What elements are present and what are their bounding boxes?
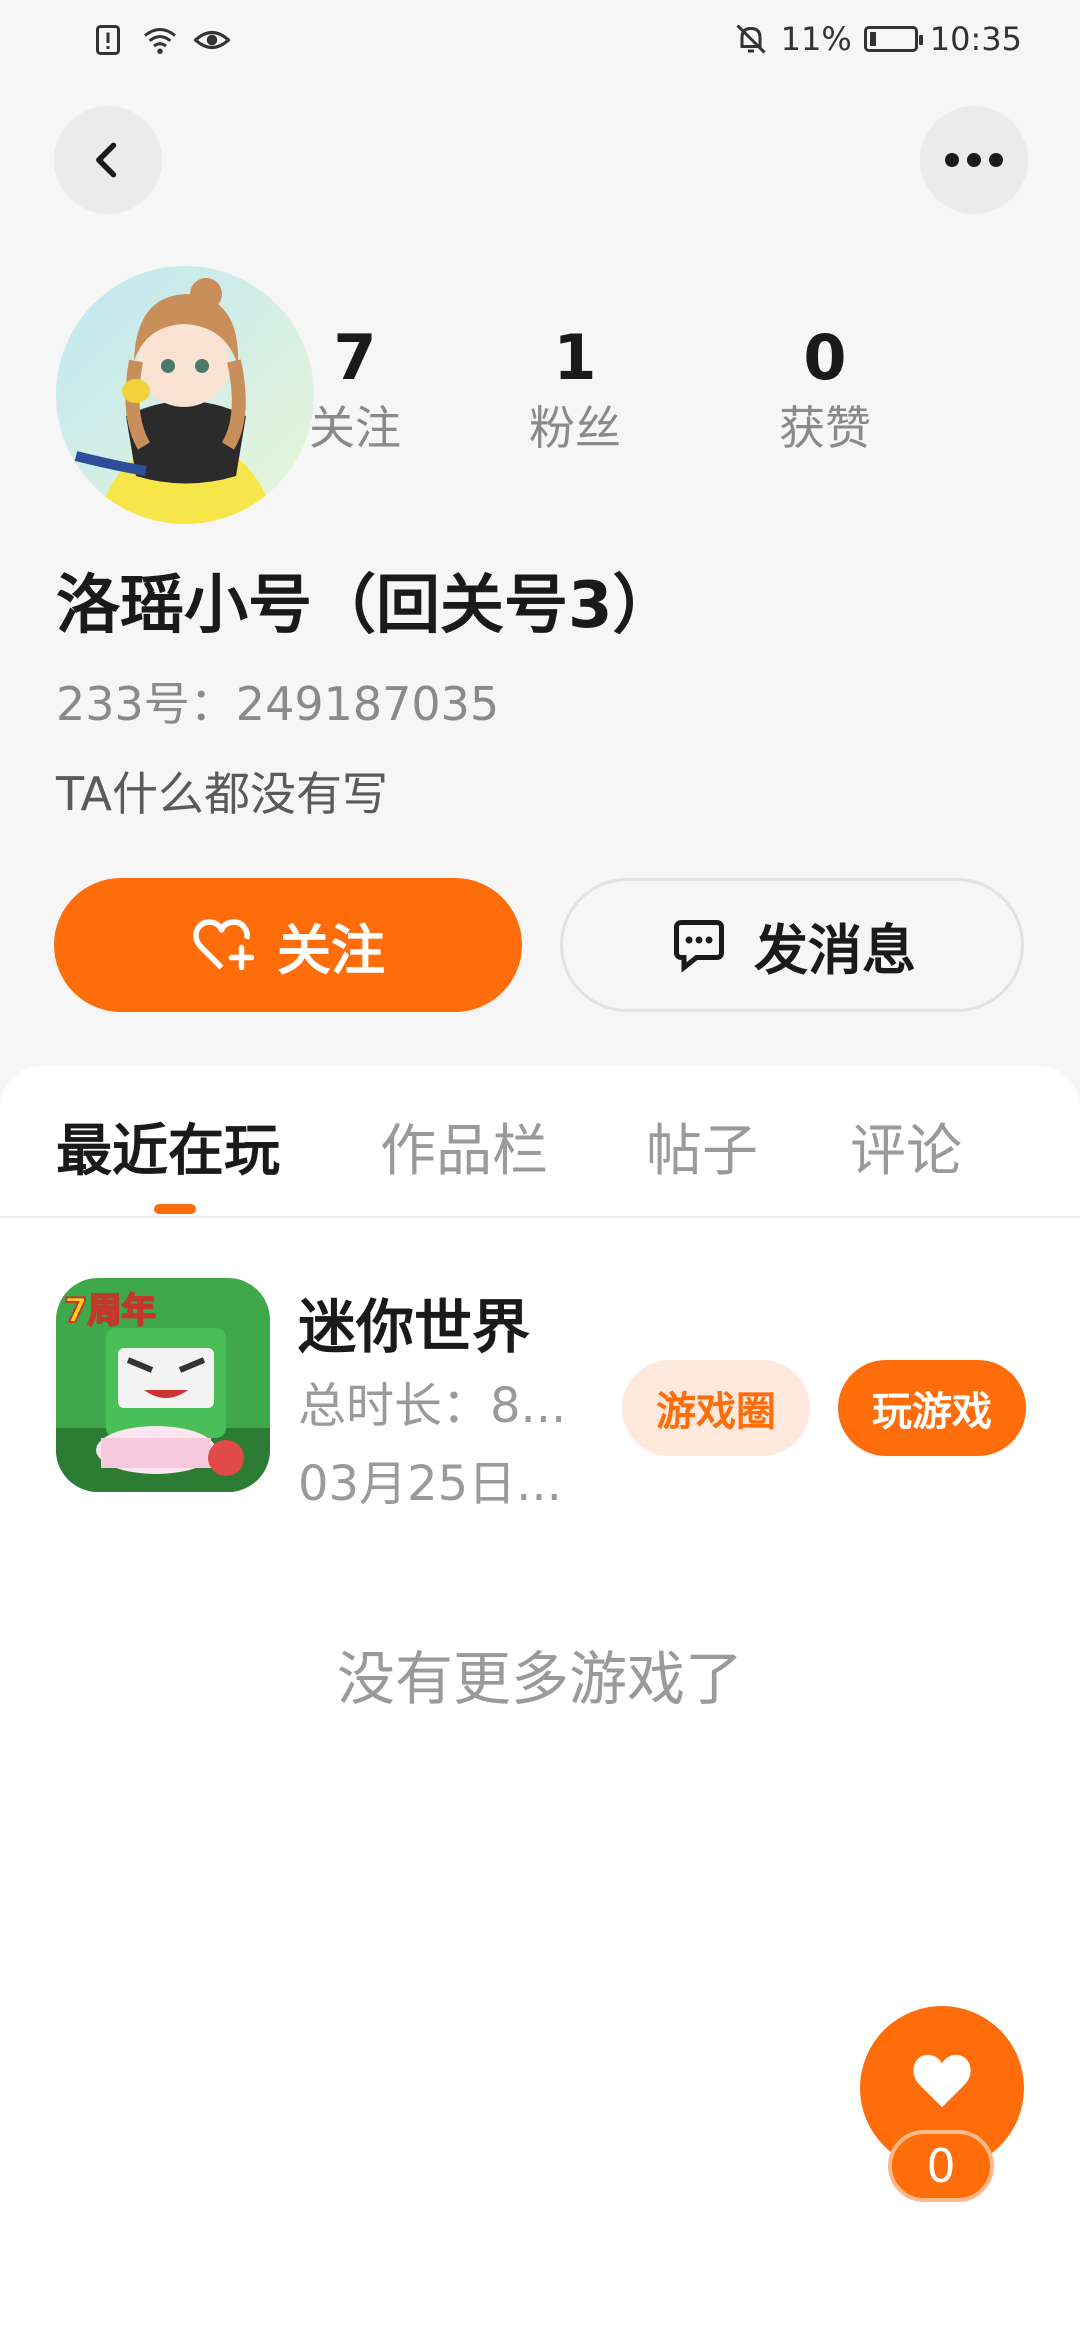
stat-likes-count: 0 [803,321,847,394]
username: 洛瑶小号（回关号3） [56,569,677,643]
stat-following-count: 7 [333,321,377,394]
anniversary-badge-text: 7周年 [64,1291,156,1331]
heart-icon [913,2054,971,2108]
tab-works[interactable]: 作品栏 [380,1106,548,1187]
stat-fans-count: 1 [553,321,597,394]
stat-likes-label: 获赞 [779,401,871,455]
battery-icon [863,26,923,52]
clock: 10:35 [929,20,1022,58]
eye-icon [194,31,230,49]
heart-plus-icon [193,919,255,971]
game-artwork: 7周年 [56,1278,270,1492]
tab-bar: 最近在玩 作品栏 帖子 评论 [0,1106,1080,1196]
profile-stats: 7 关注 1 粉丝 0 获赞 [300,320,960,460]
sim-alert-icon [96,25,120,55]
avatar[interactable] [56,266,314,524]
tab-recently-played[interactable]: 最近在玩 [56,1106,280,1187]
play-game-button[interactable]: 玩游戏 [838,1360,1026,1456]
more-dots-icon [945,153,1003,167]
tab-active-indicator [154,1204,196,1214]
stat-fans-label: 粉丝 [529,401,621,455]
tab-comments[interactable]: 评论 [850,1106,962,1187]
stat-likes[interactable]: 0 获赞 [770,320,880,460]
stat-following[interactable]: 7 关注 [300,320,410,460]
game-circle-button[interactable]: 游戏圈 [622,1360,810,1456]
status-bar: 11% 10:35 [0,0,1080,84]
like-count-badge: 0 [888,2130,994,2202]
wifi-icon [144,28,176,54]
battery-percent: 11% [780,20,852,58]
send-message-label: 发消息 [754,918,916,982]
follow-button-label: 关注 [277,918,385,982]
status-left-icons [90,22,230,58]
chat-bubble-icon [674,920,724,973]
game-title: 迷你世界 [298,1293,531,1361]
game-duration: 总时长：8... [298,1378,567,1434]
game-list-item[interactable]: 7周年 迷你世界 总时长：8... 03月25日... 游戏圈 玩游戏 [0,1278,1080,1512]
empty-list-text: 没有更多游戏了 [336,1645,743,1713]
bio: TA什么都没有写 [56,767,388,821]
game-icon[interactable]: 7周年 [56,1278,270,1492]
avatar-illustration [56,266,314,524]
status-right: 11% 10:35 [733,20,1022,58]
tab-posts[interactable]: 帖子 [646,1106,758,1187]
game-last-played: 03月25日... [298,1456,562,1512]
follow-button[interactable]: 关注 [54,878,522,1012]
stat-fans[interactable]: 1 粉丝 [520,320,630,460]
user-id: 233号：249187035 [56,677,500,731]
back-button[interactable] [54,106,162,214]
more-options-button[interactable] [920,106,1028,214]
chevron-left-icon [96,142,117,178]
stat-following-label: 关注 [309,401,401,455]
tab-divider [0,1216,1080,1218]
send-message-button[interactable]: 发消息 [560,878,1024,1012]
mute-bell-icon [736,24,766,54]
